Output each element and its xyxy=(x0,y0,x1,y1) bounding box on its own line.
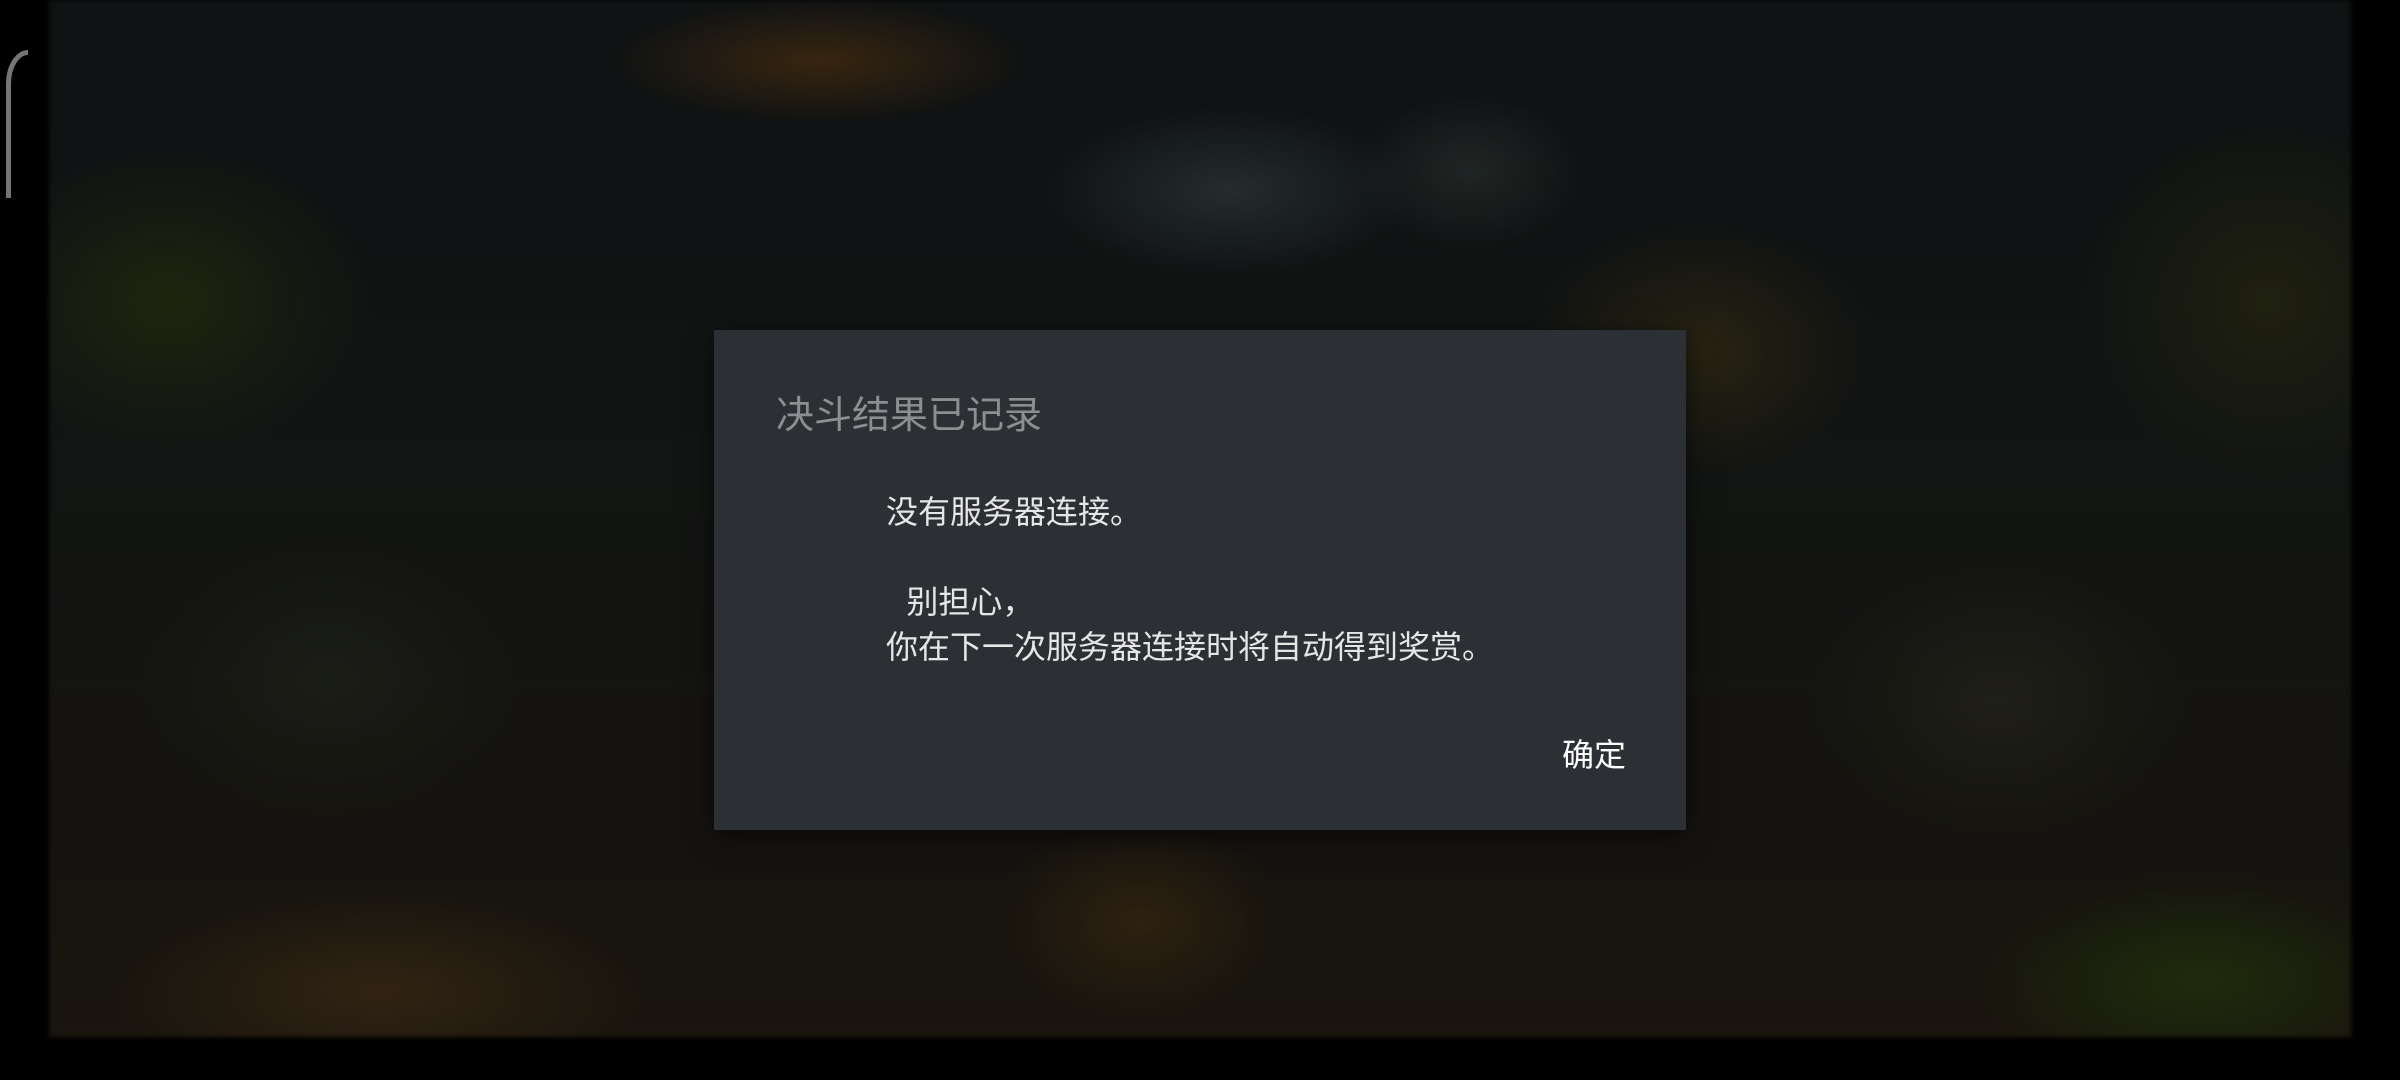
screen: 决斗结果已记录 没有服务器连接。 别担心， 你在下一次服务器连接时将自动得到奖赏… xyxy=(0,0,2400,1080)
message-line-no-connection: 没有服务器连接。 xyxy=(886,493,1143,531)
duel-result-dialog: 决斗结果已记录 没有服务器连接。 别担心， 你在下一次服务器连接时将自动得到奖赏… xyxy=(714,330,1686,830)
message-line-dont-worry: 别担心， xyxy=(886,583,1035,621)
dialog-title: 决斗结果已记录 xyxy=(776,393,1043,437)
dialog-message: 没有服务器连接。 别担心， 你在下一次服务器连接时将自动得到奖赏。 xyxy=(886,490,1626,670)
message-line-reward-later: 你在下一次服务器连接时将自动得到奖赏。 xyxy=(886,628,1495,666)
message-line-blank xyxy=(886,535,1626,580)
confirm-button[interactable]: 确定 xyxy=(1558,720,1630,786)
edge-gesture-handle[interactable] xyxy=(6,50,28,198)
